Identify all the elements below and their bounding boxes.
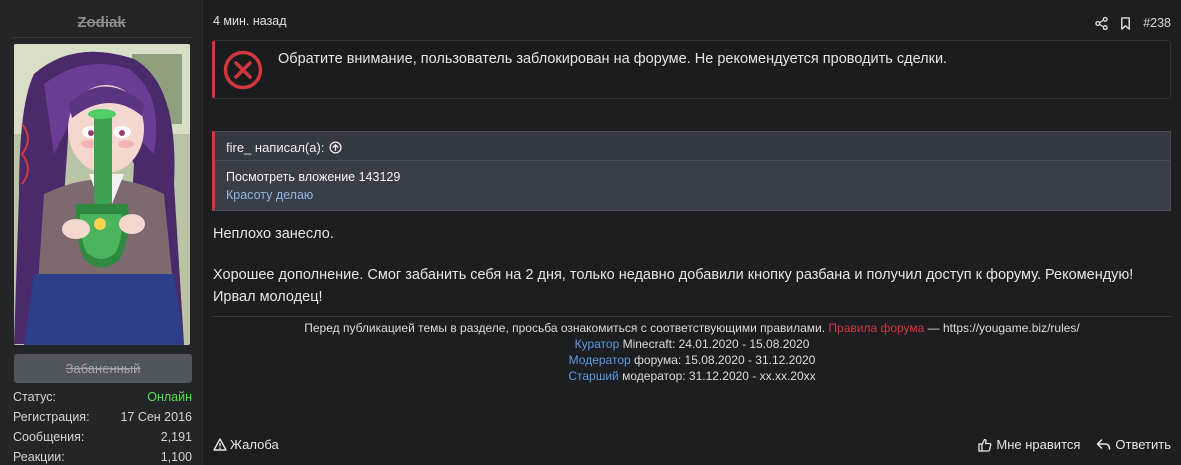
- blocked-user-alert: Обратите внимание, пользователь заблокир…: [212, 40, 1171, 99]
- like-label: Мне нравится: [996, 437, 1081, 452]
- role-dates: Minecraft: 24.01.2020 - 15.08.2020: [622, 337, 810, 351]
- role-senior: Старший: [568, 369, 619, 383]
- signature-divider: [213, 316, 1171, 317]
- rules-link[interactable]: Правила форума: [828, 321, 924, 335]
- role-dates: модератор: 31.12.2020 - xx.xx.20xx: [622, 369, 816, 383]
- quote-author-label: fire_ написал(а):: [226, 140, 325, 155]
- thumbs-up-icon: [978, 438, 992, 452]
- role-curator: Куратор: [574, 337, 620, 351]
- username[interactable]: Zodiak: [0, 14, 203, 31]
- stat-messages[interactable]: Сообщения: 2,191: [13, 430, 192, 448]
- post-footer: Жалоба Мне нравится Ответить: [213, 437, 1171, 455]
- stat-label: Реакции:: [13, 450, 65, 464]
- signature-line: Старший модератор: 31.12.2020 - xx.xx.20…: [213, 369, 1171, 383]
- post-actions: #238: [1095, 14, 1171, 32]
- reply-arrow-icon: [1096, 438, 1111, 451]
- quote-text: Красоту делаю: [226, 188, 314, 202]
- post-body-line: Ирвал молодец!: [213, 289, 323, 305]
- alert-text: Обратите внимание, пользователь заблокир…: [278, 51, 948, 67]
- arrow-up-circle-icon[interactable]: [329, 141, 342, 154]
- signature-line: Модератор форума: 15.08.2020 - 31.12.202…: [213, 353, 1171, 367]
- avatar[interactable]: [14, 44, 190, 345]
- report-button[interactable]: Жалоба: [213, 437, 279, 452]
- post-header: 4 мин. назад #238: [213, 14, 1171, 32]
- post-number[interactable]: #238: [1143, 16, 1171, 30]
- post-body-line: Хорошее дополнение. Смог забанить себя н…: [213, 267, 1134, 283]
- role-moderator: Модератор: [568, 353, 631, 367]
- like-button[interactable]: Мне нравится: [978, 437, 1080, 452]
- stat-value: 1,100: [160, 450, 192, 464]
- reply-label: Ответить: [1115, 437, 1171, 452]
- stat-registration: Регистрация: 17 Сен 2016: [13, 410, 192, 428]
- share-icon[interactable]: [1095, 16, 1108, 30]
- quote-header: fire_ написал(а):: [215, 132, 1170, 161]
- user-panel: Zodiak Забаненный Статус: Онлайн Регистр…: [0, 0, 203, 465]
- role-dates: форума: 15.08.2020 - 31.12.2020: [634, 353, 816, 367]
- rules-url: — https://yougame.biz/rules/: [927, 321, 1080, 335]
- stat-label: Регистрация:: [13, 410, 90, 424]
- divider: [12, 37, 192, 38]
- error-circle-icon: [222, 49, 264, 96]
- stat-value: 2,191: [160, 430, 192, 444]
- signature-rules-text: Перед публикацией темы в разделе, просьб…: [304, 321, 826, 335]
- stat-reactions: Реакции: 1,100: [13, 450, 192, 465]
- avatar-image: [14, 44, 190, 345]
- report-label: Жалоба: [230, 437, 279, 452]
- post-body-line: Неплохо занесло.: [213, 226, 334, 242]
- post-body-paragraph: Хорошее дополнение. Смог забанить себя н…: [213, 264, 1171, 308]
- stat-status: Статус: Онлайн: [13, 390, 192, 408]
- signature-line: Куратор Minecraft: 24.01.2020 - 15.08.20…: [213, 337, 1171, 351]
- bookmark-icon[interactable]: [1120, 16, 1131, 30]
- stat-value: 17 Сен 2016: [120, 410, 192, 424]
- signature-line: Перед публикацией темы в разделе, просьб…: [213, 321, 1171, 335]
- quote-attachment-text: Посмотреть вложение 143129: [226, 170, 401, 184]
- post-footer-actions: Мне нравится Ответить: [978, 437, 1171, 452]
- stat-label: Сообщения:: [13, 430, 85, 444]
- stat-value: Онлайн: [147, 390, 192, 404]
- post-time[interactable]: 4 мин. назад: [213, 14, 287, 28]
- warning-triangle-icon: [213, 438, 227, 451]
- stat-label: Статус:: [13, 390, 56, 404]
- reply-button[interactable]: Ответить: [1096, 437, 1171, 452]
- user-rank-badge: Забаненный: [14, 354, 192, 383]
- quote-author[interactable]: fire_ написал(а):: [226, 140, 342, 155]
- quote-block: fire_ написал(а): Посмотреть вложение 14…: [212, 131, 1171, 211]
